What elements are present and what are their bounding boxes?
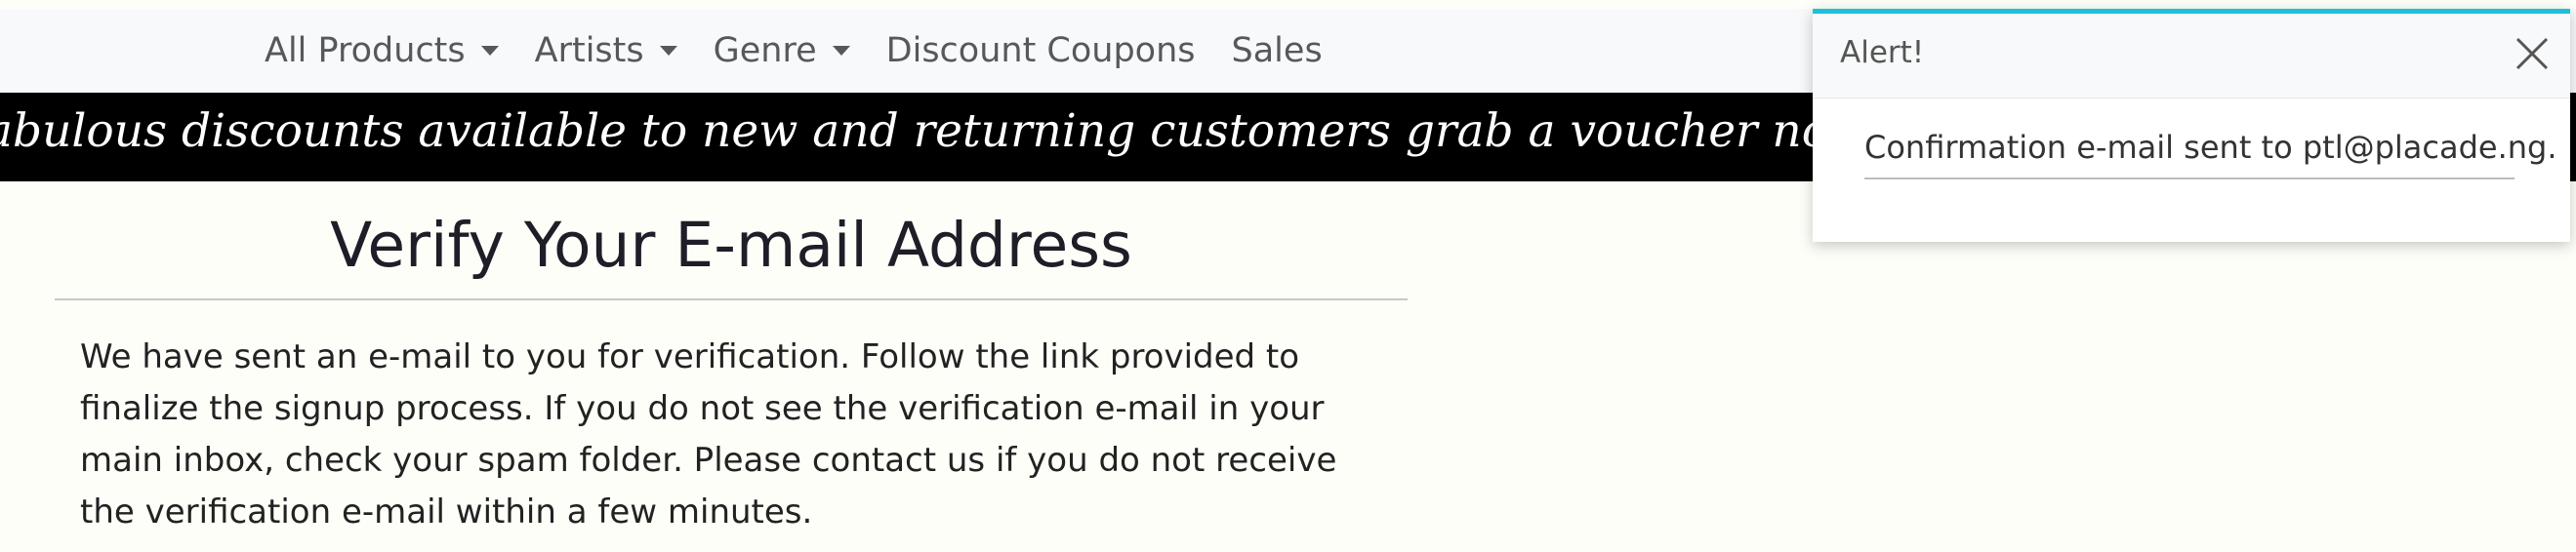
nav-item-label: Genre <box>713 31 817 70</box>
alert-title: Alert! <box>1840 35 1925 70</box>
nav-item-label: All Products <box>265 31 466 70</box>
page-title: Verify Your E-mail Address <box>330 210 1132 281</box>
nav-menu: All Products Artists Genre Discount Coup… <box>265 9 1359 93</box>
nav-item-all-products[interactable]: All Products <box>265 31 499 70</box>
nav-item-genre[interactable]: Genre <box>714 31 850 70</box>
nav-item-sales[interactable]: Sales <box>1232 31 1323 70</box>
nav-item-discount-coupons[interactable]: Discount Coupons <box>886 31 1196 70</box>
caret-down-icon <box>480 46 499 56</box>
close-icon[interactable] <box>2514 35 2551 72</box>
nav-item-label: Artists <box>534 31 644 70</box>
nav-item-label: Discount Coupons <box>885 31 1196 70</box>
alert-message: Confirmation e-mail sent to ptl@placade.… <box>1864 129 2557 179</box>
caret-down-icon <box>659 46 677 56</box>
nav-item-artists[interactable]: Artists <box>535 31 677 70</box>
verification-message: We have sent an e-mail to you for verifi… <box>80 337 1337 532</box>
alert-header: Alert! <box>1813 14 2570 99</box>
promo-banner-text: abulous discounts available to new and r… <box>0 104 1888 158</box>
title-divider <box>55 298 1408 301</box>
nav-item-label: Sales <box>1231 31 1323 70</box>
alert-toast: Alert! Confirmation e-mail sent to ptl@p… <box>1813 9 2570 242</box>
main-content: Verify Your E-mail Address We have sent … <box>55 181 1408 538</box>
caret-down-icon <box>832 46 850 56</box>
